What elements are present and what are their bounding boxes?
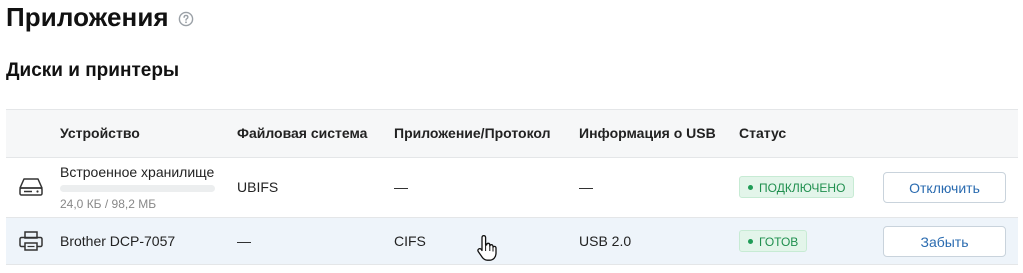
filesystem-value: —	[237, 233, 251, 249]
table-row: Встроенное хранилище 24,0 КБ / 98,2 МБ U…	[6, 158, 1018, 218]
column-header-protocol: Приложение/Протокол	[394, 125, 551, 141]
question-circle-icon[interactable]	[178, 11, 194, 27]
column-header-device: Устройство	[60, 125, 140, 141]
status-badge-label: ПОДКЛЮЧЕНО	[759, 181, 846, 195]
table-header: Устройство Файловая система Приложение/П…	[6, 109, 1018, 158]
status-badge: ПОДКЛЮЧЕНО	[739, 176, 855, 198]
hand-pointer-cursor-icon	[476, 234, 498, 262]
storage-usage-bar	[60, 185, 215, 192]
filesystem-value: UBIFS	[237, 179, 279, 195]
table-row: Brother DCP-7057 — CIFS USB 2.0 ГОТОВ За…	[6, 218, 1018, 265]
status-dot-icon	[748, 185, 753, 191]
page-header: Приложения	[6, 0, 194, 34]
status-dot-icon	[748, 239, 753, 245]
protocol-value: CIFS	[394, 233, 426, 249]
storage-usage-text: 24,0 КБ / 98,2 МБ	[60, 197, 157, 211]
usb-info-value: USB 2.0	[579, 233, 632, 249]
devices-table: Устройство Файловая система Приложение/П…	[6, 109, 1018, 265]
printer-icon	[17, 230, 45, 252]
device-name: Brother DCP-7057	[60, 233, 176, 249]
status-badge: ГОТОВ	[739, 230, 808, 252]
applications-page: Приложения Диски и принтеры Устройство Ф…	[0, 0, 1023, 273]
forget-button[interactable]: Забыть	[883, 226, 1006, 257]
protocol-value: —	[394, 179, 408, 195]
hard-drive-icon	[17, 176, 45, 198]
usb-info-value: —	[579, 179, 593, 195]
disconnect-button[interactable]: Отключить	[883, 172, 1006, 203]
section-title: Диски и принтеры	[6, 60, 180, 81]
page-title: Приложения	[6, 1, 169, 32]
column-header-status: Статус	[739, 125, 787, 141]
status-badge-label: ГОТОВ	[759, 235, 799, 249]
device-name: Встроенное хранилище	[60, 164, 215, 180]
column-header-usb: Информация о USB	[579, 125, 716, 141]
column-header-filesystem: Файловая система	[237, 125, 368, 141]
